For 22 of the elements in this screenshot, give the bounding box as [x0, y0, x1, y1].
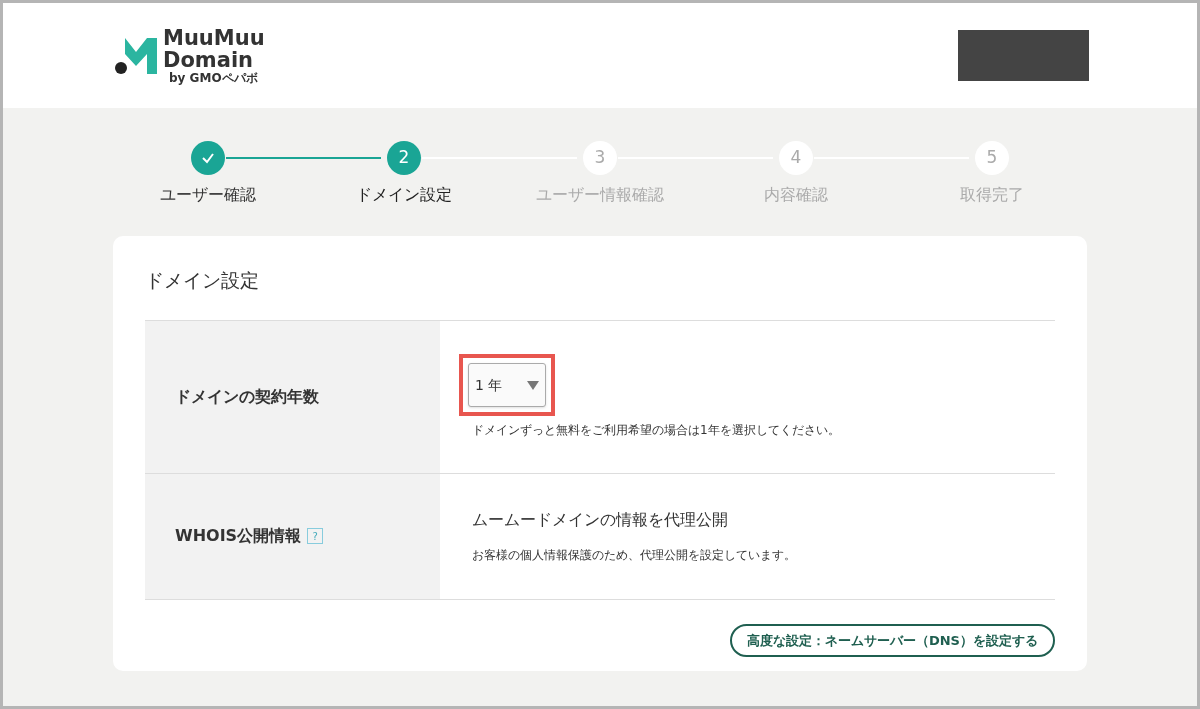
step-number: 2 [387, 141, 421, 175]
logo-mark-icon [113, 35, 159, 76]
step-label: 内容確認 [764, 184, 828, 206]
logo-byline: by GMOペパボ [168, 70, 259, 85]
note-text: ドメインずっと無料をご利用希望の場合は1年を選択してください。 [472, 422, 841, 439]
step-label: ユーザー情報確認 [536, 184, 664, 206]
step-label: 取得完了 [960, 184, 1024, 206]
year-select[interactable]: 1 年 [468, 363, 546, 407]
row-label: WHOIS公開情報 [175, 525, 302, 547]
note-text: お客様の個人情報保護のため、代理公開を設定しています。 [472, 547, 797, 564]
step-number: 5 [975, 141, 1009, 175]
row-label: ドメインの契約年数 [175, 385, 319, 408]
step-label: ユーザー確認 [160, 184, 256, 206]
advanced-settings-button[interactable]: 高度な設定：ネームサーバー（DNS）を設定する [729, 623, 1055, 657]
logo-text: MuuMuu [163, 26, 265, 49]
card-title: ドメイン設定 [145, 268, 260, 293]
dropdown-caret-icon [527, 380, 539, 390]
info-heading: ムームードメインの情報を代理公開 [472, 509, 729, 531]
step-number: 3 [583, 141, 617, 175]
step-label: ドメイン設定 [356, 184, 452, 206]
logo-text: Domain [163, 48, 255, 71]
step-number: 4 [779, 141, 813, 175]
